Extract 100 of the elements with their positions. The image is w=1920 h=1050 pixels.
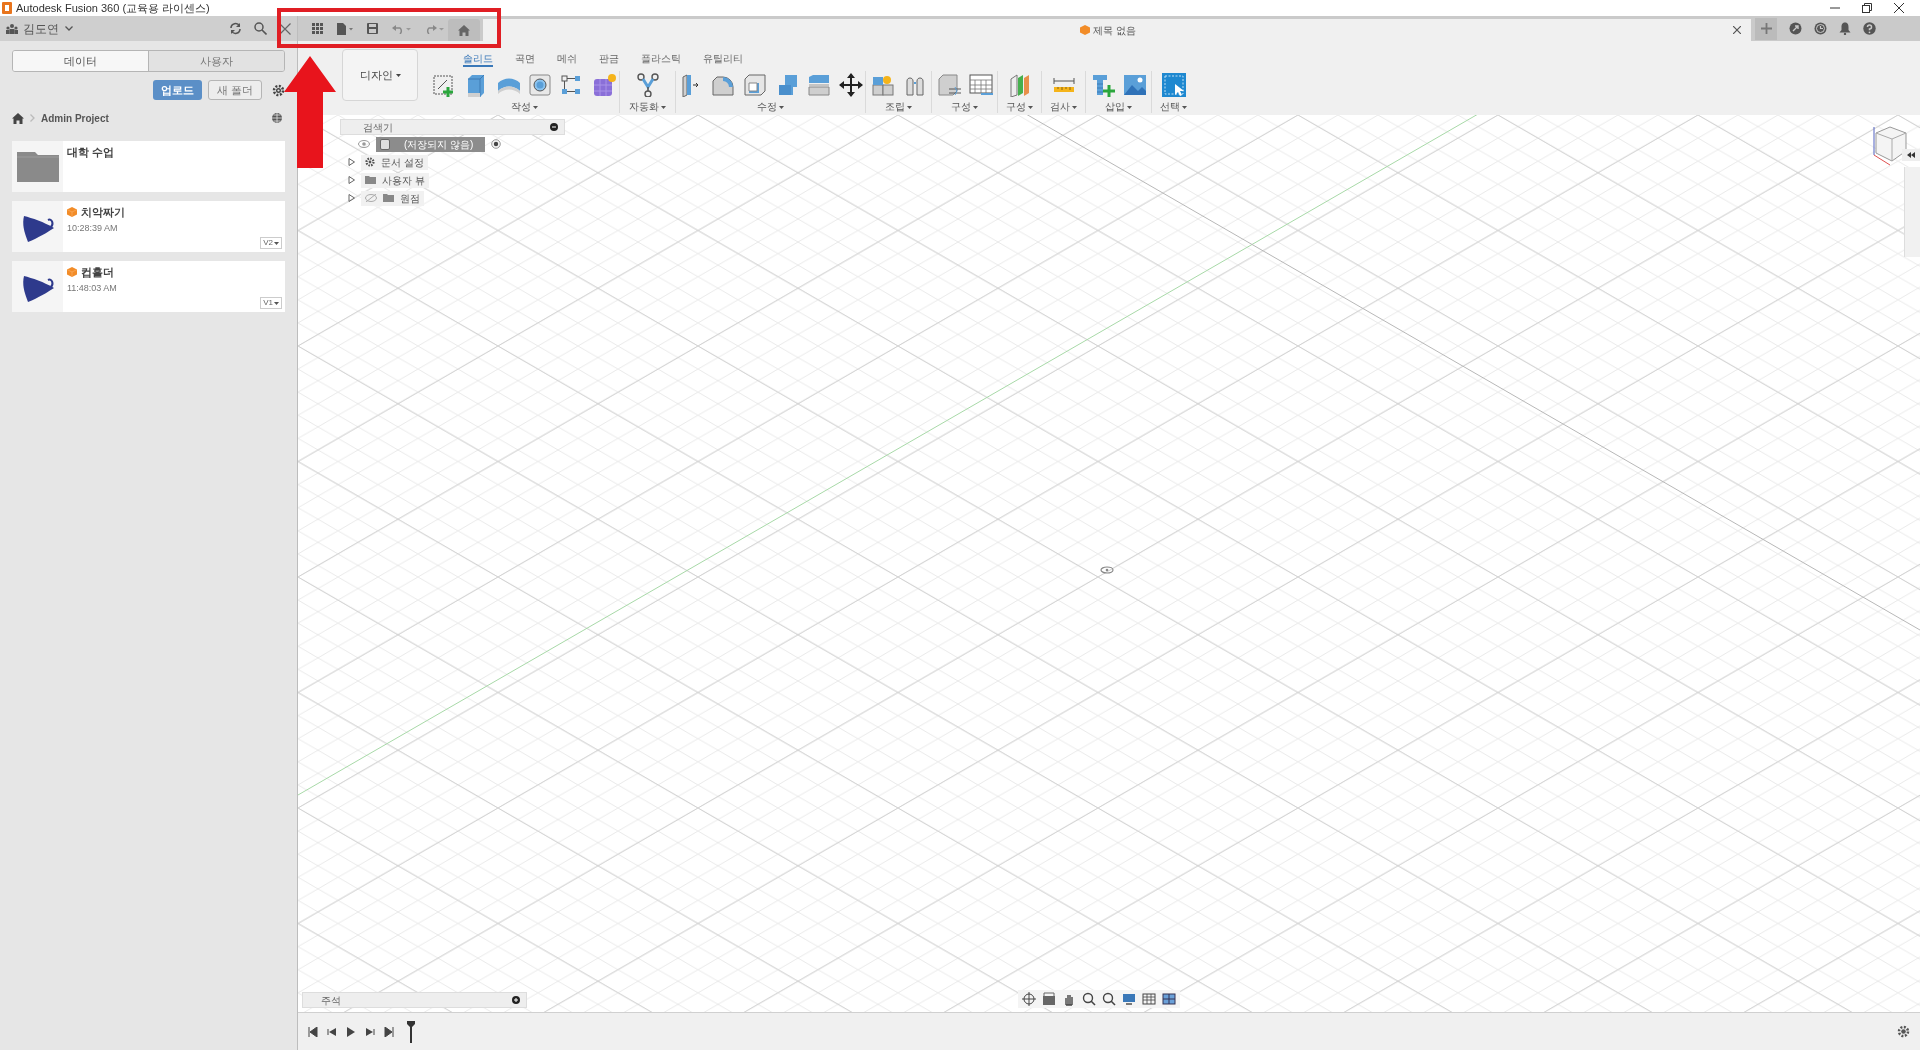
comments-header[interactable]: 주석 [302,992,527,1008]
ribbon-group-menu[interactable]: 조립 [885,101,912,113]
home-tab[interactable] [448,19,480,41]
display-settings-icon[interactable] [1122,992,1136,1006]
ribbon-tab[interactable]: 메쉬 [557,52,577,67]
browser-node-label: (저장되지 않음) [403,137,475,152]
ribbon-tab[interactable]: 솔리드 [463,52,493,67]
close-icon[interactable] [1894,3,1904,13]
origin-marker-icon [1100,566,1114,574]
image-icon[interactable] [1122,72,1147,97]
ribbon-group-menu[interactable]: 선택 [1160,101,1187,113]
play-icon[interactable] [346,1026,356,1037]
move-icon[interactable] [838,72,863,97]
ribbon-group-menu[interactable]: 구성 [951,101,978,113]
parameters-icon[interactable] [968,72,993,97]
data-tab[interactable]: 데이터 [13,51,148,71]
bell-icon[interactable] [1839,22,1851,35]
new-folder-button[interactable]: 새 폴더 [207,80,262,100]
hole-icon[interactable] [528,72,552,97]
grid-settings-icon[interactable] [1142,992,1156,1006]
team-icon [6,23,18,34]
ribbon-group-menu[interactable]: 검사 [1050,101,1077,113]
expand-arrow-icon[interactable] [348,194,355,202]
restore-icon[interactable] [1862,3,1872,13]
extensions-icon[interactable] [1789,22,1802,35]
workspace-menu[interactable]: 디자인 [342,49,418,101]
split-icon[interactable] [806,72,831,97]
browser-node-label: 문서 설정 [381,155,424,170]
file-menu-icon[interactable] [337,22,353,35]
version-dropdown[interactable]: V2 [260,237,282,249]
radio-on-icon[interactable] [491,139,502,149]
save-icon[interactable] [367,23,378,34]
step-forward-icon[interactable] [365,1026,375,1037]
eye-icon[interactable] [358,140,370,148]
ribbon-group-menu[interactable]: 구성 [1006,101,1033,113]
settings-icon[interactable] [1897,1025,1910,1038]
close-icon[interactable] [1733,26,1741,34]
expand-arrow-icon[interactable] [348,176,355,184]
ribbon-tab[interactable]: 곡면 [515,52,535,67]
add-icon[interactable] [512,996,520,1004]
folder-icon [365,176,376,184]
project-breadcrumb[interactable]: Admin Project [41,110,109,126]
home-icon[interactable] [12,112,24,124]
skip-end-icon[interactable] [384,1026,394,1037]
search-icon[interactable] [254,22,267,35]
step-back-icon[interactable] [327,1026,337,1037]
shell-icon[interactable] [742,72,767,97]
look-at-icon[interactable] [1042,992,1056,1006]
file-card[interactable]: 치악짜기 10:28:39 AM V2 [12,201,285,252]
timeline-marker-icon[interactable] [407,1020,415,1043]
ribbon-group-menu[interactable]: 작성 [510,101,538,113]
fork-icon[interactable] [635,72,660,97]
modified-time: 10:28:39 AM [67,221,119,235]
comments-title: 주석 [321,993,341,1008]
file-card[interactable]: 컵홀더 11:48:03 AM V1 [12,261,285,312]
clock-icon[interactable] [1814,22,1827,35]
caret-icon [973,105,978,109]
document-tab[interactable]: 제목 없음 [483,19,1751,41]
ribbon-group-menu[interactable]: 삽입 [1105,101,1132,113]
selection-icon[interactable] [1161,72,1186,97]
pan-icon[interactable] [1062,992,1076,1006]
ribbon-group-menu[interactable]: 자동화 [629,101,666,113]
midplane-icon[interactable] [1007,72,1032,97]
form-icon[interactable] [592,72,616,97]
home-icon [458,24,470,36]
collapse-button[interactable] [1902,149,1920,161]
new-tab-button[interactable] [1755,17,1777,40]
grid-menu-icon[interactable] [312,23,323,34]
sketch-icon[interactable] [432,72,456,97]
collapse-icon[interactable] [550,123,558,131]
zoom-icon[interactable] [1082,992,1096,1006]
offset-plane-icon[interactable] [936,72,961,97]
chevron-right-icon [30,114,35,122]
fit-icon[interactable] [1102,992,1116,1006]
data-tab[interactable]: 사용자 [148,51,284,71]
orbit-icon[interactable] [1022,992,1036,1006]
version-dropdown[interactable]: V1 [260,297,282,309]
refresh-icon[interactable] [229,22,242,35]
browser-title: 검색기 [363,120,393,135]
skip-start-icon[interactable] [308,1026,318,1037]
browser-header[interactable]: 검색기 [340,119,565,135]
globe-icon[interactable] [271,112,283,124]
help-icon[interactable] [1863,22,1876,35]
settings-icon[interactable] [272,83,285,97]
ribbon-tab[interactable]: 플라스틱 [641,52,681,67]
caret-icon [779,105,784,109]
modified-time: 11:48:03 AM [67,281,118,295]
insert-bolt-icon[interactable] [1090,72,1115,97]
viewports-icon[interactable] [1162,992,1176,1006]
file-card[interactable]: 대학 수업 [12,141,285,192]
ribbon-tab[interactable]: 유틸리티 [703,52,743,67]
file-name: 대학 수업 [67,145,115,160]
folder-icon [16,151,59,182]
chevron-down-icon [65,26,73,31]
caret-icon [274,301,279,305]
ribbon-group-menu[interactable]: 수정 [757,101,784,113]
expand-arrow-icon[interactable] [348,158,355,166]
user-menu[interactable]: 김도연 [23,19,73,38]
cube-icon [1080,25,1091,35]
ribbon-tab[interactable]: 판금 [599,52,619,67]
